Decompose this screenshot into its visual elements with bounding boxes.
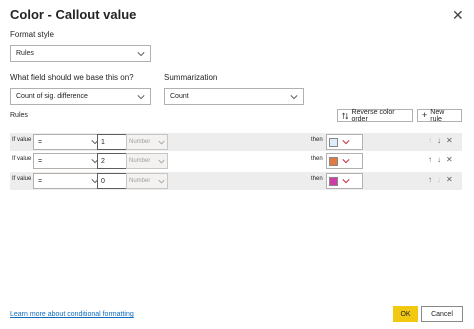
row-actions: ↑ ↓ ✕ <box>428 155 453 164</box>
arrow-up-icon[interactable]: ↑ <box>428 155 432 164</box>
value-type: Number <box>129 158 151 164</box>
delete-icon[interactable]: ✕ <box>446 155 453 164</box>
new-rule-label: New rule <box>430 108 445 123</box>
operator-value: = <box>38 177 43 185</box>
then-label: then <box>311 176 323 182</box>
chevron-down-icon <box>158 179 165 183</box>
rule-row: If value = 2 Number then ↑ ↓ ✕ <box>10 152 462 170</box>
summarization-label: Summarization <box>164 73 218 82</box>
color-swatch-orange <box>329 156 338 166</box>
if-value-label: If value <box>12 176 32 182</box>
operator-value: = <box>38 157 43 165</box>
value-type: Number <box>129 178 151 184</box>
operator-dropdown[interactable]: = <box>33 134 104 150</box>
value-type-dropdown[interactable]: Number <box>126 153 168 169</box>
new-rule-button[interactable]: + New rule <box>417 108 462 123</box>
summarization-value: Count <box>170 93 189 100</box>
arrow-down-icon[interactable]: ↓ <box>437 136 441 145</box>
field-label: What field should we base this on? <box>10 73 134 82</box>
cancel-button[interactable]: Cancel <box>421 306 463 322</box>
operator-value: = <box>38 138 43 146</box>
format-style-label: Format style <box>10 30 55 39</box>
if-value-label: If value <box>12 156 32 162</box>
ok-button[interactable]: OK <box>393 306 418 322</box>
operator-dropdown[interactable]: = <box>33 173 104 189</box>
row-actions: ↑ ↓ ✕ <box>428 175 453 184</box>
chevron-down-icon <box>137 94 145 99</box>
color-picker[interactable] <box>326 134 363 150</box>
then-label: then <box>311 156 323 162</box>
reverse-order-icon <box>342 112 349 119</box>
rules-label: Rules <box>10 112 28 119</box>
chevron-down-icon <box>158 140 165 144</box>
row-actions: ↑ ↓ ✕ <box>428 136 453 145</box>
chevron-down-icon <box>158 159 165 163</box>
format-style-value: Rules <box>16 50 34 57</box>
rule-row: If value = 0 Number then ↑ ↓ ✕ <box>10 172 462 190</box>
value-type-dropdown[interactable]: Number <box>126 173 168 189</box>
rule-row: If value = 1 Number then ↑ ↓ ✕ <box>10 133 462 151</box>
operator-dropdown[interactable]: = <box>33 153 104 169</box>
close-icon[interactable]: ✕ <box>452 8 464 22</box>
field-dropdown[interactable]: Count of sig. difference <box>10 88 151 105</box>
chevron-down-icon <box>342 140 350 145</box>
arrow-up-icon[interactable]: ↑ <box>428 175 432 184</box>
arrow-up-icon[interactable]: ↑ <box>428 136 432 145</box>
chevron-down-icon <box>342 159 350 164</box>
chevron-down-icon <box>342 179 350 184</box>
value-type-dropdown[interactable]: Number <box>126 134 168 150</box>
delete-icon[interactable]: ✕ <box>446 136 453 145</box>
arrow-down-icon[interactable]: ↓ <box>437 155 441 164</box>
color-picker[interactable] <box>326 153 363 169</box>
color-picker[interactable] <box>326 173 363 189</box>
chevron-down-icon <box>137 51 145 56</box>
if-value-label: If value <box>12 137 32 143</box>
value-type: Number <box>129 139 151 145</box>
plus-icon: + <box>422 110 428 120</box>
reverse-color-order-label: Reverse color order <box>351 108 395 123</box>
field-value: Count of sig. difference <box>16 93 88 100</box>
dialog-title: Color - Callout value <box>10 7 137 22</box>
format-style-dropdown[interactable]: Rules <box>10 45 151 62</box>
reverse-color-order-button[interactable]: Reverse color order <box>337 108 413 123</box>
delete-icon[interactable]: ✕ <box>446 175 453 184</box>
summarization-dropdown[interactable]: Count <box>164 88 304 105</box>
color-swatch-magenta <box>329 176 338 186</box>
then-label: then <box>311 137 323 143</box>
arrow-down-icon[interactable]: ↓ <box>437 175 441 184</box>
chevron-down-icon <box>290 94 298 99</box>
color-swatch-light-blue <box>329 137 338 147</box>
learn-more-link[interactable]: Learn more about conditional formatting <box>10 311 134 318</box>
